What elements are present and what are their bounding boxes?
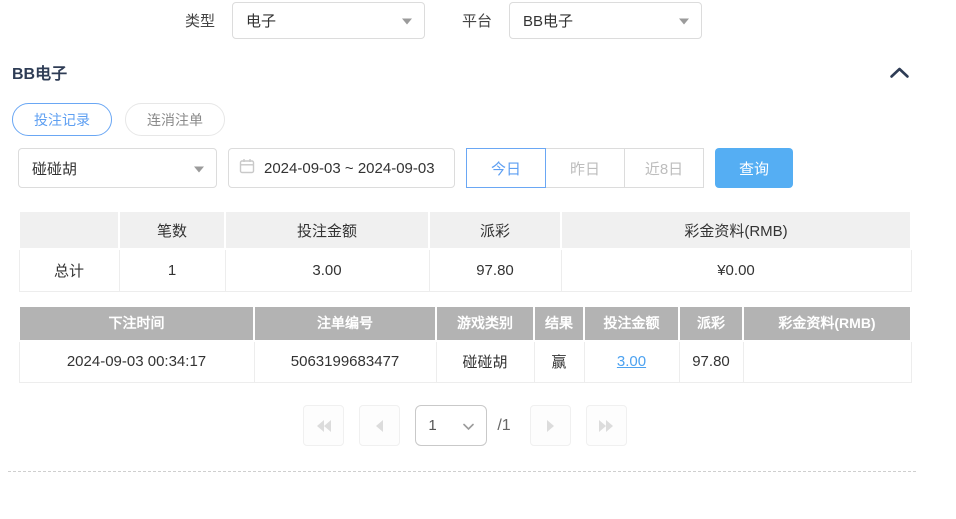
chevron-down-icon xyxy=(402,12,412,29)
today-button[interactable]: 今日 xyxy=(466,148,546,188)
detail-header-payout: 派彩 xyxy=(679,306,743,341)
platform-label: 平台 xyxy=(462,10,492,31)
detail-header-game-type: 游戏类别 xyxy=(436,306,534,341)
type-select-value: 电子 xyxy=(246,10,276,31)
calendar-icon xyxy=(239,158,255,178)
section-header: BB电子 xyxy=(12,62,910,82)
date-range-value: 2024-09-03 ~ 2024-09-03 xyxy=(264,160,435,177)
prev-page-button[interactable] xyxy=(359,405,400,446)
summary-bet-amount-value: 3.00 xyxy=(225,249,429,291)
first-page-button[interactable] xyxy=(303,405,344,446)
record-tabs: 投注记录 连消注单 xyxy=(12,103,956,136)
summary-bonus-value: ¥0.00 xyxy=(561,249,911,291)
platform-select[interactable]: BB电子 xyxy=(509,2,702,39)
chevron-down-icon xyxy=(463,417,474,434)
page-number-select[interactable]: 1 xyxy=(415,405,487,446)
quick-date-buttons: 今日 昨日 近8日 xyxy=(466,148,704,188)
summary-header-count: 笔数 xyxy=(119,211,225,249)
detail-header-order-no: 注单编号 xyxy=(254,306,436,341)
detail-header-row: 下注时间 注单编号 游戏类别 结果 投注金额 派彩 彩金资料(RMB) xyxy=(19,306,911,341)
summary-header-bonus: 彩金资料(RMB) xyxy=(561,211,911,249)
detail-row: 2024-09-03 00:34:17 5063199683477 碰碰胡 赢 … xyxy=(19,341,911,383)
game-select-value: 碰碰胡 xyxy=(32,158,77,179)
summary-count-value: 1 xyxy=(119,249,225,291)
first-page-icon xyxy=(316,420,332,435)
summary-table: 笔数 投注金额 派彩 彩金资料(RMB) 总计 1 3.00 97.80 ¥0.… xyxy=(18,210,912,292)
page-total-label: /1 xyxy=(497,417,510,435)
detail-header-bonus: 彩金资料(RMB) xyxy=(743,306,911,341)
page-number-value: 1 xyxy=(428,417,436,434)
tab-cancelled-orders[interactable]: 连消注单 xyxy=(125,103,225,136)
section-title: BB电子 xyxy=(12,60,67,84)
prev-page-icon xyxy=(372,420,388,435)
date-range-input[interactable]: 2024-09-03 ~ 2024-09-03 xyxy=(228,148,455,188)
order-no-value: 5063199683477 xyxy=(254,341,436,383)
bonus-value xyxy=(743,341,911,383)
top-filter-bar: 类型 电子 平台 BB电子 xyxy=(0,0,956,40)
summary-header-payout: 派彩 xyxy=(429,211,561,249)
detail-table: 下注时间 注单编号 游戏类别 结果 投注金额 派彩 彩金资料(RMB) 2024… xyxy=(18,305,912,384)
collapse-section-button[interactable] xyxy=(889,66,910,79)
chevron-down-icon xyxy=(679,12,689,29)
section-divider xyxy=(8,471,916,472)
result-value: 赢 xyxy=(534,341,584,383)
last-8-days-button[interactable]: 近8日 xyxy=(624,148,704,188)
payout-value: 97.80 xyxy=(679,341,743,383)
last-page-icon xyxy=(598,420,614,435)
game-select[interactable]: 碰碰胡 xyxy=(18,148,217,188)
type-select[interactable]: 电子 xyxy=(232,2,425,39)
detail-header-bet-time: 下注时间 xyxy=(19,306,254,341)
type-label: 类型 xyxy=(185,10,215,31)
yesterday-button[interactable]: 昨日 xyxy=(545,148,625,188)
summary-header-blank xyxy=(19,211,119,249)
detail-header-result: 结果 xyxy=(534,306,584,341)
summary-payout-value: 97.80 xyxy=(429,249,561,291)
summary-header-bet-amount: 投注金额 xyxy=(225,211,429,249)
bet-time-value: 2024-09-03 00:34:17 xyxy=(19,341,254,383)
tab-betting-records[interactable]: 投注记录 xyxy=(12,103,112,136)
next-page-button[interactable] xyxy=(530,405,571,446)
summary-header-row: 笔数 投注金额 派彩 彩金资料(RMB) xyxy=(19,211,911,249)
query-button[interactable]: 查询 xyxy=(715,148,793,188)
game-type-value: 碰碰胡 xyxy=(436,341,534,383)
pagination: 1 /1 xyxy=(18,405,912,446)
summary-total-label: 总计 xyxy=(19,249,119,291)
query-bar: 碰碰胡 2024-09-03 ~ 2024-09-03 今日 昨日 近8日 查询 xyxy=(18,148,956,188)
next-page-icon xyxy=(542,420,558,435)
chevron-up-icon xyxy=(889,67,910,82)
detail-header-bet-amount: 投注金额 xyxy=(584,306,679,341)
chevron-down-icon xyxy=(194,160,204,177)
platform-select-value: BB电子 xyxy=(523,10,573,31)
summary-total-row: 总计 1 3.00 97.80 ¥0.00 xyxy=(19,249,911,291)
bet-amount-link[interactable]: 3.00 xyxy=(617,353,646,370)
last-page-button[interactable] xyxy=(586,405,627,446)
